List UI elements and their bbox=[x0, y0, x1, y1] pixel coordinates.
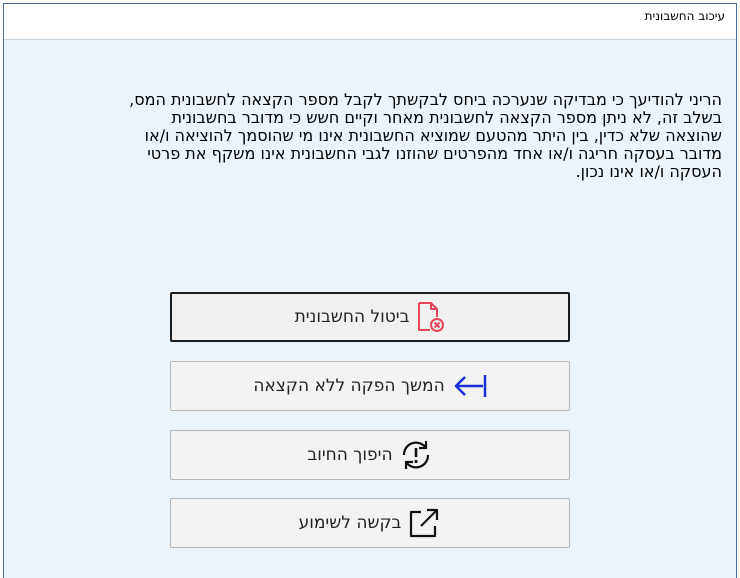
document-cancel-icon bbox=[415, 300, 445, 334]
reverse-charge-label: היפוך החיוב bbox=[307, 445, 393, 465]
reverse-charge-button[interactable]: היפוך החיוב bbox=[170, 430, 570, 480]
title-bar: עיכוב החשבונית bbox=[4, 4, 736, 40]
cancel-invoice-button[interactable]: ביטול החשבונית bbox=[170, 292, 570, 342]
cancel-invoice-label: ביטול החשבונית bbox=[294, 307, 410, 327]
continue-without-allocation-button[interactable]: המשך הפקה ללא הקצאה bbox=[170, 361, 570, 411]
notice-message: הריני להודיעך כי מבדיקה שנערכה ביחס לבקש… bbox=[129, 90, 722, 181]
continue-without-allocation-label: המשך הפקה ללא הקצאה bbox=[253, 376, 445, 396]
arrow-left-bar-icon bbox=[451, 372, 487, 400]
hearing-request-button[interactable]: בקשה לשימוע bbox=[170, 498, 570, 548]
external-link-icon bbox=[407, 506, 441, 540]
hearing-request-label: בקשה לשימוע bbox=[298, 513, 402, 533]
refresh-alert-icon bbox=[399, 438, 433, 472]
dialog-window: עיכוב החשבונית הריני להודיעך כי מבדיקה ש… bbox=[3, 3, 737, 578]
window-title: עיכוב החשבונית bbox=[644, 9, 725, 23]
